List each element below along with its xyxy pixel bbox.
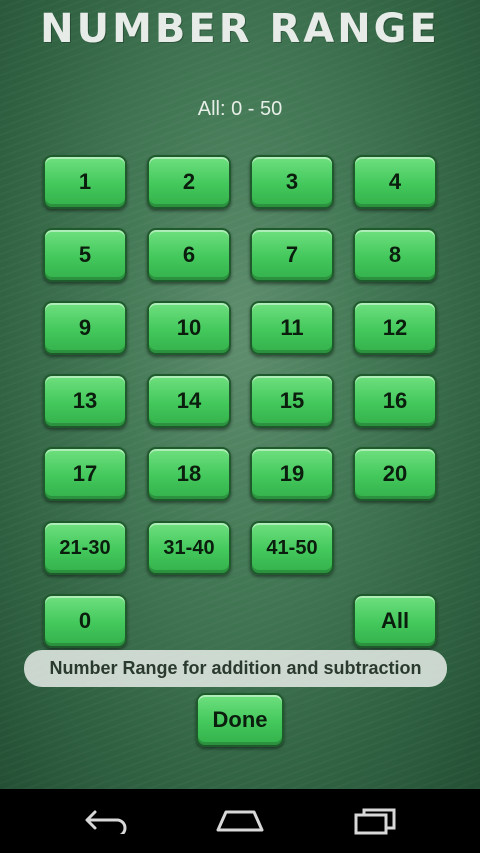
back-icon[interactable]	[76, 801, 136, 841]
system-nav-bar	[0, 789, 480, 853]
number-button-18[interactable]: 18	[147, 447, 231, 501]
number-button-15[interactable]: 15	[250, 374, 334, 428]
number-button-0[interactable]: 0	[43, 594, 127, 648]
number-button-7[interactable]: 7	[250, 228, 334, 282]
hint-banner: Number Range for addition and subtractio…	[24, 650, 447, 687]
number-button-19[interactable]: 19	[250, 447, 334, 501]
number-button-12[interactable]: 12	[353, 301, 437, 355]
number-button-14[interactable]: 14	[147, 374, 231, 428]
page-title: NUMBER RANGE	[40, 6, 440, 52]
all-button[interactable]: All	[353, 594, 437, 648]
screen: NUMBER RANGE All: 0 - 50 1 2 3 4 5 6 7 8…	[0, 0, 480, 853]
number-button-20[interactable]: 20	[353, 447, 437, 501]
number-button-5[interactable]: 5	[43, 228, 127, 282]
number-button-4[interactable]: 4	[353, 155, 437, 209]
home-icon[interactable]	[210, 801, 270, 841]
recent-apps-icon[interactable]	[345, 801, 405, 841]
done-button[interactable]: Done	[196, 693, 284, 747]
number-button-10[interactable]: 10	[147, 301, 231, 355]
number-button-17[interactable]: 17	[43, 447, 127, 501]
number-button-16[interactable]: 16	[353, 374, 437, 428]
number-button-6[interactable]: 6	[147, 228, 231, 282]
number-button-3[interactable]: 3	[250, 155, 334, 209]
number-button-1[interactable]: 1	[43, 155, 127, 209]
selected-range-label: All: 0 - 50	[197, 98, 283, 120]
number-button-13[interactable]: 13	[43, 374, 127, 428]
range-button-41-50[interactable]: 41-50	[250, 521, 334, 575]
number-button-8[interactable]: 8	[353, 228, 437, 282]
range-button-21-30[interactable]: 21-30	[43, 521, 127, 575]
range-button-31-40[interactable]: 31-40	[147, 521, 231, 575]
number-button-2[interactable]: 2	[147, 155, 231, 209]
number-button-11[interactable]: 11	[250, 301, 334, 355]
number-button-9[interactable]: 9	[43, 301, 127, 355]
